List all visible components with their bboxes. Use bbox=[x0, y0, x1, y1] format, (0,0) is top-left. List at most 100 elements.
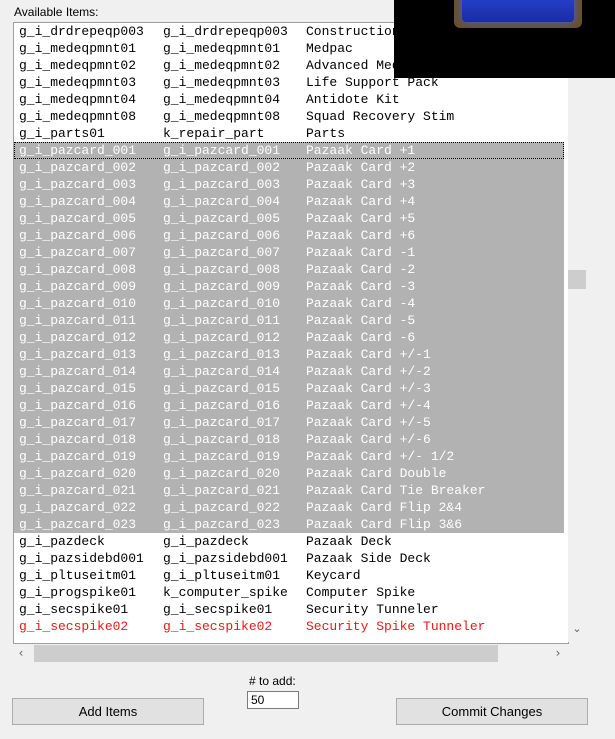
item-resref: k_computer_spike bbox=[163, 585, 288, 600]
list-item[interactable]: g_i_pazdeck g_i_pazdeck Pazaak Deck bbox=[14, 533, 564, 550]
list-item[interactable]: g_i_pazcard_019 g_i_pazcard_019 Pazaak Car… bbox=[14, 448, 564, 465]
item-name: Pazaak Card -6 bbox=[306, 330, 416, 345]
item-preview-image bbox=[394, 0, 615, 78]
item-tag: g_i_pazcard_012 bbox=[19, 330, 137, 345]
item-name: Pazaak Card -5 bbox=[306, 313, 416, 328]
list-item[interactable]: g_i_secspike02 g_i_secspike02 Security Spi… bbox=[14, 618, 564, 635]
item-tag: g_i_pazcard_015 bbox=[19, 381, 137, 396]
item-name: Pazaak Card +2 bbox=[306, 160, 416, 175]
list-item[interactable]: g_i_pazsidebd001 g_i_pazsidebd001 Pazaak S… bbox=[14, 550, 564, 567]
item-name: Pazaak Card +/- 1/2 bbox=[306, 449, 455, 464]
vertical-scroll-thumb[interactable] bbox=[568, 270, 586, 289]
list-item[interactable]: g_i_pazcard_002 g_i_pazcard_002 Pazaak Car… bbox=[14, 159, 564, 176]
item-name: Pazaak Card +5 bbox=[306, 211, 416, 226]
item-name: Pazaak Card Flip 2&4 bbox=[306, 500, 463, 515]
available-items-label: Available Items: bbox=[14, 5, 99, 19]
list-item[interactable]: g_i_pazcard_001 g_i_pazcard_001 Pazaak Car… bbox=[14, 142, 564, 159]
item-resref: g_i_pazcard_001 bbox=[163, 143, 281, 158]
list-item[interactable]: g_i_pazcard_018 g_i_pazcard_018 Pazaak Car… bbox=[14, 431, 564, 448]
list-item[interactable]: g_i_pazcard_009 g_i_pazcard_009 Pazaak Car… bbox=[14, 278, 564, 295]
add-items-button[interactable]: Add Items bbox=[12, 698, 204, 725]
list-item[interactable]: g_i_pazcard_006 g_i_pazcard_006 Pazaak Car… bbox=[14, 227, 564, 244]
item-tag: g_i_secspike01 bbox=[19, 602, 129, 617]
commit-changes-button[interactable]: Commit Changes bbox=[396, 698, 588, 725]
item-name: Pazaak Card +6 bbox=[306, 228, 416, 243]
item-resref: g_i_secspike01 bbox=[163, 602, 273, 617]
list-item[interactable]: g_i_pazcard_022 g_i_pazcard_022 Pazaak Car… bbox=[14, 499, 564, 516]
list-item[interactable]: g_i_pazcard_020 g_i_pazcard_020 Pazaak Car… bbox=[14, 465, 564, 482]
item-resref: g_i_medeqpmnt04 bbox=[163, 92, 281, 107]
item-name: Pazaak Card +1 bbox=[306, 143, 416, 158]
list-item[interactable]: g_i_pazcard_013 g_i_pazcard_013 Pazaak Car… bbox=[14, 346, 564, 363]
list-item[interactable]: g_i_pazcard_016 g_i_pazcard_016 Pazaak Car… bbox=[14, 397, 564, 414]
card-face bbox=[462, 0, 574, 22]
item-name: Pazaak Card +/-4 bbox=[306, 398, 431, 413]
chevron-left-icon[interactable]: ‹ bbox=[13, 645, 29, 662]
list-item[interactable]: g_i_pazcard_010 g_i_pazcard_010 Pazaak Car… bbox=[14, 295, 564, 312]
item-resref: g_i_pazcard_018 bbox=[163, 432, 281, 447]
item-tag: g_i_pazcard_008 bbox=[19, 262, 137, 277]
item-name: Pazaak Card +4 bbox=[306, 194, 416, 209]
list-item[interactable]: g_i_pazcard_014 g_i_pazcard_014 Pazaak Car… bbox=[14, 363, 564, 380]
item-name: Keycard bbox=[306, 568, 361, 583]
item-name: Pazaak Card -3 bbox=[306, 279, 416, 294]
item-tag: g_i_secspike02 bbox=[19, 619, 129, 634]
item-tag: g_i_pazdeck bbox=[19, 534, 105, 549]
item-tag: g_i_pazcard_021 bbox=[19, 483, 137, 498]
item-resref: g_i_pazcard_002 bbox=[163, 160, 281, 175]
item-name: Pazaak Card +/-2 bbox=[306, 364, 431, 379]
item-resref: g_i_pazcard_012 bbox=[163, 330, 281, 345]
item-tag: g_i_pazcard_016 bbox=[19, 398, 137, 413]
list-item[interactable]: g_i_medeqpmnt04 g_i_medeqpmnt04 Antidote K… bbox=[14, 91, 564, 108]
list-item[interactable]: g_i_pazcard_008 g_i_pazcard_008 Pazaak Car… bbox=[14, 261, 564, 278]
chevron-right-icon[interactable]: › bbox=[550, 645, 566, 662]
item-resref: g_i_pazcard_016 bbox=[163, 398, 281, 413]
item-name: Pazaak Card -2 bbox=[306, 262, 416, 277]
item-name: Pazaak Card +/-1 bbox=[306, 347, 431, 362]
list-item[interactable]: g_i_pazcard_017 g_i_pazcard_017 Pazaak Car… bbox=[14, 414, 564, 431]
item-name: Squad Recovery Stim bbox=[306, 109, 455, 124]
list-item[interactable]: g_i_pazcard_003 g_i_pazcard_003 Pazaak Car… bbox=[14, 176, 564, 193]
item-tag: g_i_pazcard_007 bbox=[19, 245, 137, 260]
available-items-list[interactable]: g_i_drdrepeqp003 g_i_drdrepeqp003 Construc… bbox=[13, 22, 569, 644]
item-tag: g_i_parts01 bbox=[19, 126, 105, 141]
item-tag: g_i_pltuseitm01 bbox=[19, 568, 137, 583]
item-tag: g_i_pazcard_019 bbox=[19, 449, 137, 464]
list-item[interactable]: g_i_pazcard_005 g_i_pazcard_005 Pazaak Car… bbox=[14, 210, 564, 227]
item-resref: g_i_drdrepeqp003 bbox=[163, 24, 288, 39]
item-tag: g_i_progspike01 bbox=[19, 585, 137, 600]
list-item[interactable]: g_i_pltuseitm01 g_i_pltuseitm01 Keycard bbox=[14, 567, 564, 584]
item-name: Security Spike Tunneler bbox=[306, 619, 486, 634]
chevron-down-icon[interactable]: ⌄ bbox=[568, 622, 586, 640]
item-resref: g_i_pazcard_014 bbox=[163, 364, 281, 379]
list-item[interactable]: g_i_pazcard_011 g_i_pazcard_011 Pazaak Car… bbox=[14, 312, 564, 329]
item-resref: g_i_pazcard_010 bbox=[163, 296, 281, 311]
item-resref: g_i_pazcard_011 bbox=[163, 313, 281, 328]
item-resref: g_i_pazcard_015 bbox=[163, 381, 281, 396]
horizontal-scroll-thumb[interactable] bbox=[34, 645, 498, 662]
list-item[interactable]: g_i_progspike01 k_computer_spike Computer … bbox=[14, 584, 564, 601]
list-item[interactable]: g_i_pazcard_012 g_i_pazcard_012 Pazaak Car… bbox=[14, 329, 564, 346]
item-name: Pazaak Card +/-5 bbox=[306, 415, 431, 430]
list-item[interactable]: g_i_pazcard_007 g_i_pazcard_007 Pazaak Car… bbox=[14, 244, 564, 261]
list-item[interactable]: g_i_pazcard_023 g_i_pazcard_023 Pazaak Car… bbox=[14, 516, 564, 533]
item-name: Security Tunneler bbox=[306, 602, 439, 617]
item-tag: g_i_medeqpmnt01 bbox=[19, 41, 137, 56]
item-tag: g_i_medeqpmnt03 bbox=[19, 75, 137, 90]
list-item[interactable]: g_i_secspike01 g_i_secspike01 Security Tun… bbox=[14, 601, 564, 618]
item-resref: g_i_pazcard_013 bbox=[163, 347, 281, 362]
item-tag: g_i_pazcard_017 bbox=[19, 415, 137, 430]
quantity-input[interactable] bbox=[247, 691, 299, 709]
list-item[interactable]: g_i_pazcard_004 g_i_pazcard_004 Pazaak Car… bbox=[14, 193, 564, 210]
vertical-scrollbar[interactable] bbox=[568, 22, 586, 642]
item-tag: g_i_pazcard_010 bbox=[19, 296, 137, 311]
list-item[interactable]: g_i_pazcard_015 g_i_pazcard_015 Pazaak Car… bbox=[14, 380, 564, 397]
item-resref: g_i_pazcard_017 bbox=[163, 415, 281, 430]
item-tag: g_i_pazcard_018 bbox=[19, 432, 137, 447]
list-item[interactable]: g_i_parts01 k_repair_part Parts bbox=[14, 125, 564, 142]
item-resref: g_i_pazdeck bbox=[163, 534, 249, 549]
item-resref: k_repair_part bbox=[163, 126, 265, 141]
item-tag: g_i_pazcard_004 bbox=[19, 194, 137, 209]
list-item[interactable]: g_i_medeqpmnt08 g_i_medeqpmnt08 Squad Reco… bbox=[14, 108, 564, 125]
list-item[interactable]: g_i_pazcard_021 g_i_pazcard_021 Pazaak Car… bbox=[14, 482, 564, 499]
